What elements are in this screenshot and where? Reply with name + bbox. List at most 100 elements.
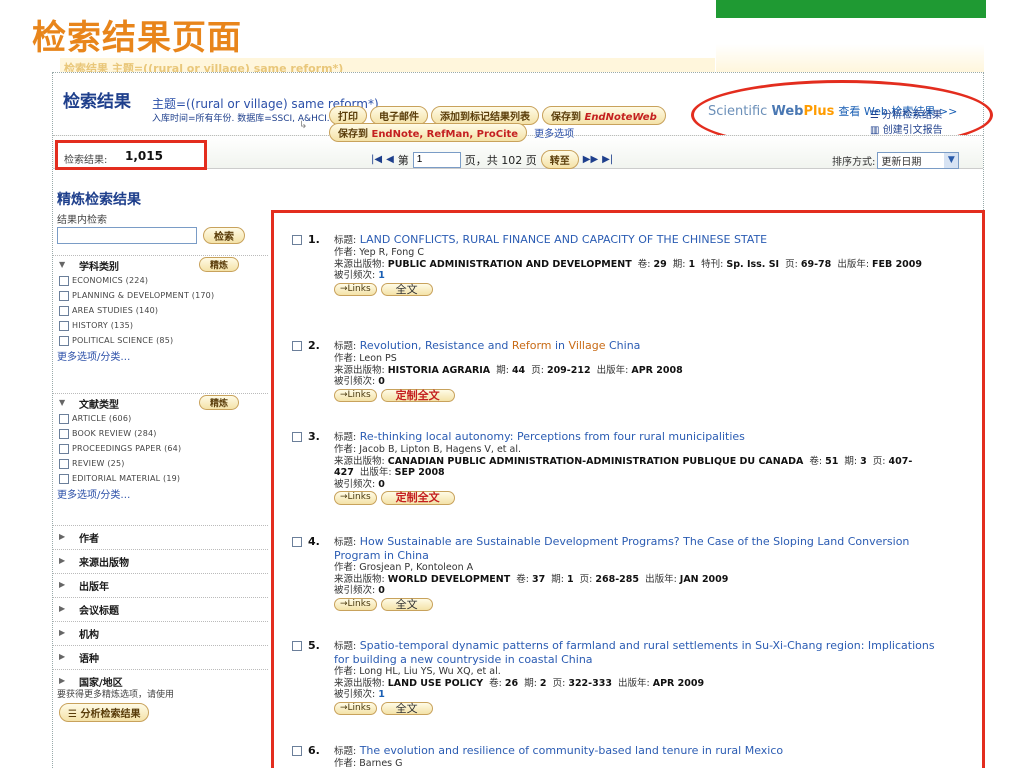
record-checkbox[interactable] (292, 640, 302, 651)
doctype-option[interactable]: EDITORIAL MATERIAL (19) (53, 471, 268, 486)
doctype-option[interactable]: BOOK REVIEW (284) (53, 426, 268, 441)
prev-page-icon[interactable]: ◀ (386, 154, 394, 165)
facet-label: 来源出版物 (79, 558, 129, 569)
record-title-cont[interactable]: Program in China (334, 549, 429, 562)
checkbox[interactable] (59, 443, 69, 454)
pubyear-label: 出版年: (596, 364, 629, 376)
triangle-right-icon: ▶ (59, 652, 66, 661)
pubyear-label: 出版年: (837, 258, 870, 270)
pager: |◀ ◀ 第 页，共 102 页 转至 ▶▶ ▶| (371, 150, 613, 169)
doctype-option[interactable]: REVIEW (25) (53, 456, 268, 471)
sidebar-analyze-button[interactable]: ☰ 分析检索结果 (59, 703, 150, 722)
save-to-refman-button[interactable]: 保存到 EndNote, RefMan, ProCite (329, 123, 528, 142)
record-pages: 209-212 (546, 364, 591, 376)
checkbox[interactable] (59, 413, 69, 424)
search-within-button[interactable]: 检索 (203, 227, 245, 244)
facet-source[interactable]: ▶ 来源出版物 (53, 549, 268, 571)
more-options-link[interactable]: 更多选项 (534, 125, 574, 140)
subject-more-link[interactable]: 更多选项/分类… (53, 348, 268, 363)
record-pages: 69-78 (800, 258, 832, 270)
record-title-link[interactable]: How Sustainable are Sustainable Developm… (360, 535, 910, 548)
page-number-input[interactable] (412, 151, 461, 168)
first-page-icon[interactable]: |◀ (371, 154, 382, 165)
record-title-link[interactable]: LAND CONFLICTS, RURAL FINANCE AND CAPACI… (360, 233, 767, 246)
author-label: 作者: (334, 444, 357, 455)
doctype-more-link[interactable]: 更多选项/分类… (53, 486, 268, 501)
triangle-right-icon: ▶ (59, 580, 66, 589)
facet-conference[interactable]: ▶ 会议标题 (53, 597, 268, 619)
links-button[interactable]: →Links (334, 388, 377, 402)
checkbox[interactable] (59, 275, 69, 286)
checkbox[interactable] (59, 335, 69, 346)
source-label: 来源出版物: (334, 364, 385, 376)
record-cited-count: 0 (378, 585, 385, 596)
record-issue: 1 (688, 258, 696, 270)
subject-option[interactable]: HISTORY (135) (53, 318, 268, 333)
goto-button[interactable]: 转至 (540, 150, 579, 169)
record-checkbox[interactable] (292, 431, 302, 442)
facet-language[interactable]: ▶ 语种 (53, 645, 268, 667)
list-icon: ☰ (870, 110, 883, 121)
subject-option[interactable]: POLITICAL SCIENCE (85) (53, 333, 268, 348)
record-source: LAND USE POLICY (387, 677, 484, 689)
record-cited-count[interactable]: 1 (378, 270, 385, 281)
analyze-results-link[interactable]: ☰ 分析检索结果 (870, 106, 942, 121)
checkbox[interactable] (59, 290, 69, 301)
custom-fulltext-button[interactable]: 定制全文 (380, 491, 455, 505)
record-title-link[interactable]: The evolution and resilience of communit… (360, 744, 783, 757)
cited-label: 被引频次: (334, 376, 376, 387)
doctype-option[interactable]: PROCEEDINGS PAPER (64) (53, 441, 268, 456)
subject-option[interactable]: PLANNING & DEVELOPMENT (170) (53, 288, 268, 303)
title-label: 标题: (334, 235, 357, 246)
record-checkbox[interactable] (292, 745, 302, 756)
cited-label: 被引频次: (334, 270, 376, 281)
doctype-refine-button[interactable]: 精炼 (199, 395, 240, 410)
custom-fulltext-button[interactable]: 定制全文 (380, 388, 455, 402)
record-pages: 322-333 (568, 677, 612, 689)
subject-refine-button[interactable]: 精炼 (199, 257, 240, 272)
record-checkbox[interactable] (292, 234, 302, 245)
doctype-header[interactable]: ▼ 文献类型 精炼 (53, 393, 268, 411)
record-source: PUBLIC ADMINISTRATION AND DEVELOPMENT (387, 258, 632, 270)
subject-option[interactable]: AREA STUDIES (140) (53, 303, 268, 318)
facet-institution[interactable]: ▶ 机构 (53, 621, 268, 643)
fulltext-button[interactable]: 全文 (380, 282, 433, 296)
facet-pubyear[interactable]: ▶ 出版年 (53, 573, 268, 595)
record-title-link[interactable]: Revolution, Resistance and Reform in Vil… (360, 339, 641, 352)
subject-category-header[interactable]: ▼ 学科类别 精炼 (53, 255, 268, 273)
checkbox[interactable] (59, 305, 69, 316)
checkbox[interactable] (59, 428, 69, 439)
title-highlight: Village (568, 339, 606, 352)
record-title-cont[interactable]: for building a new countryside in coasta… (334, 653, 593, 666)
record-cited-count[interactable]: 1 (378, 689, 385, 700)
fulltext-button[interactable]: 全文 (380, 701, 433, 715)
record-title-link[interactable]: Spatio-temporal dynamic patterns of farm… (360, 639, 935, 652)
last-page-icon[interactable]: ▶| (602, 154, 613, 165)
record-checkbox[interactable] (292, 536, 302, 547)
record-body: 标题: Re-thinking local autonomy: Percepti… (334, 430, 962, 505)
doctype-option-label: ARTICLE (606) (72, 414, 132, 423)
next-page-icon[interactable]: ▶▶ (583, 154, 598, 165)
fulltext-button[interactable]: 全文 (380, 597, 433, 611)
record-checkbox[interactable] (292, 340, 302, 351)
subject-option[interactable]: ECONOMICS (224) (53, 273, 268, 288)
links-label: Links (347, 702, 371, 713)
refine-sidebar: 精炼检索结果 结果内检索 检索 ▼ 学科类别 精炼 ECONOMICS (224… (53, 179, 268, 768)
checkbox[interactable] (59, 458, 69, 469)
links-button[interactable]: →Links (334, 282, 377, 296)
record-title-link[interactable]: Re-thinking local autonomy: Perceptions … (360, 430, 745, 443)
search-within-input[interactable] (57, 227, 197, 244)
checkbox[interactable] (59, 320, 69, 331)
sort-select[interactable]: 更新日期 ▼ (877, 152, 960, 169)
source-label: 来源出版物: (334, 677, 385, 689)
chevron-down-icon[interactable]: ▼ (944, 153, 959, 168)
checkbox[interactable] (59, 473, 69, 484)
citation-report-label: 创建引文报告 (882, 125, 943, 136)
links-button[interactable]: →Links (334, 701, 377, 715)
citation-report-link[interactable]: ▥ 创建引文报告 (870, 121, 943, 136)
doctype-option[interactable]: ARTICLE (606) (53, 411, 268, 426)
record-body: 标题: The evolution and resilience of comm… (334, 744, 962, 768)
links-button[interactable]: →Links (334, 597, 377, 611)
links-button[interactable]: →Links (334, 491, 377, 505)
facet-author[interactable]: ▶ 作者 (53, 525, 268, 547)
